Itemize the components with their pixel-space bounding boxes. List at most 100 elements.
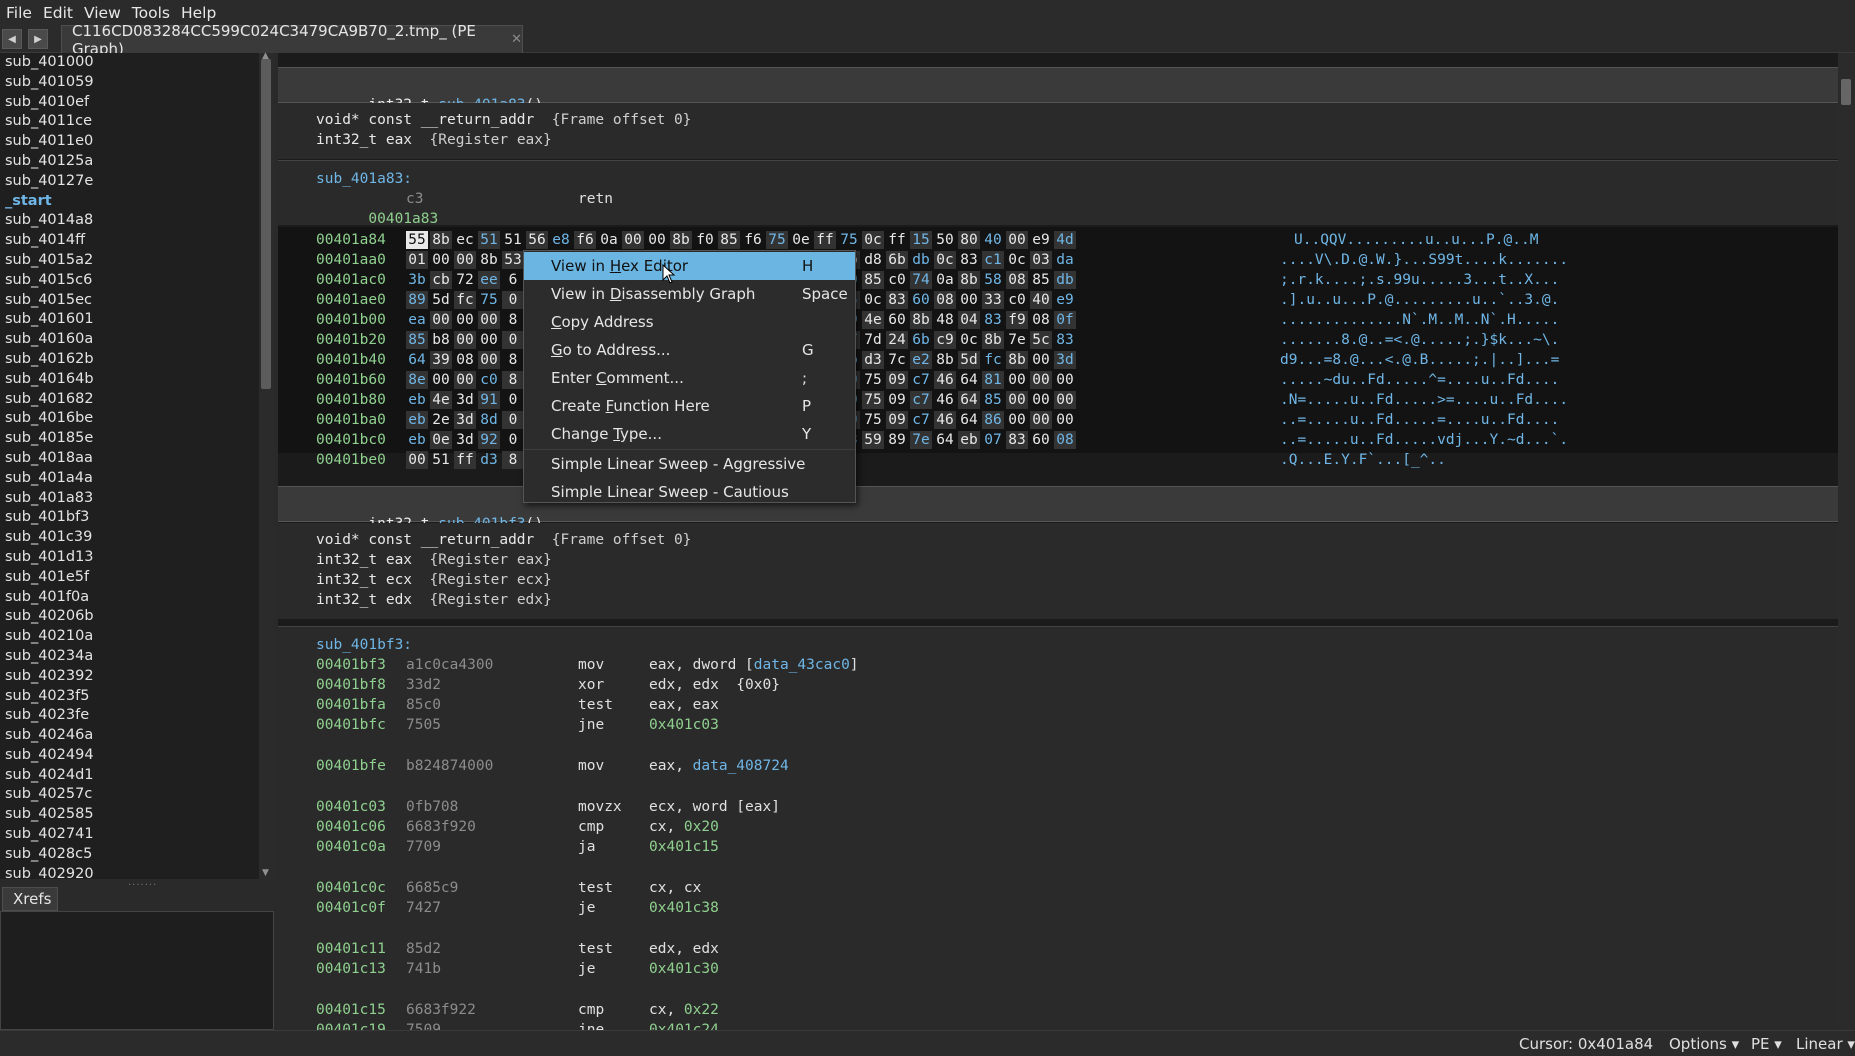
hex-byte[interactable]: 51 (430, 451, 452, 469)
hex-byte[interactable]: 4e (430, 391, 452, 409)
hex-byte[interactable]: 64 (958, 391, 980, 409)
hex-byte[interactable]: 6b (886, 251, 908, 269)
hex-byte[interactable]: 55 (406, 231, 428, 249)
function-list-item[interactable]: sub_4011e0 (0, 132, 258, 152)
hex-byte[interactable]: 00 (430, 311, 452, 329)
function-list-item[interactable]: sub_4028c5 (0, 845, 258, 865)
hex-byte[interactable]: 00 (430, 371, 452, 389)
hex-byte[interactable]: db (1054, 271, 1076, 289)
context-menu-item[interactable]: Create Function Here P (524, 392, 855, 420)
hex-byte[interactable]: 59 (862, 431, 884, 449)
function-list-item[interactable]: sub_401bf3 (0, 508, 258, 528)
hex-byte[interactable]: 08 (454, 351, 476, 369)
operand-number[interactable]: 0x401c30 (649, 961, 719, 977)
tab-xrefs[interactable]: Xrefs (2, 887, 58, 911)
hex-byte[interactable]: 00 (1030, 371, 1052, 389)
hex-byte[interactable]: 40 (982, 231, 1004, 249)
hex-byte[interactable]: 00 (958, 291, 980, 309)
hex-byte[interactable]: 75 (862, 391, 884, 409)
function-list-item[interactable]: sub_4016be (0, 409, 258, 429)
hex-byte[interactable]: 00 (1006, 231, 1028, 249)
function-list-item[interactable]: sub_4014a8 (0, 211, 258, 231)
hex-byte[interactable]: 09 (886, 391, 908, 409)
scrollbar-thumb[interactable] (1841, 79, 1851, 105)
hex-byte[interactable]: 8d (478, 411, 500, 429)
hex-byte[interactable]: 8b (934, 351, 956, 369)
hex-byte[interactable]: 8e (406, 371, 428, 389)
function-list-item[interactable]: sub_40164b (0, 370, 258, 390)
instr-address[interactable]: 00401c11 (316, 939, 386, 959)
hex-byte[interactable]: 64 (958, 411, 980, 429)
hex-byte[interactable]: 8b (478, 251, 500, 269)
hex-row[interactable]: 00401b608e0000c085e3d900000c07509c746648… (278, 370, 1838, 390)
hex-byte[interactable]: 7e (1006, 331, 1028, 349)
function-list-item[interactable]: sub_40210a (0, 627, 258, 647)
hex-byte[interactable]: 04 (958, 311, 980, 329)
view-type-dropdown[interactable]: PE ▾ (1751, 1035, 1782, 1053)
hex-byte[interactable]: 75 (838, 231, 860, 249)
scroll-down-icon[interactable]: ▼ (262, 868, 269, 878)
instr-address[interactable]: 00401bfc (316, 715, 386, 735)
hex-byte[interactable]: 09 (886, 411, 908, 429)
function-list-item[interactable]: sub_4015a2 (0, 251, 258, 271)
variable-row[interactable]: int32_t edx {Register edx} (316, 590, 552, 610)
hex-row[interactable]: 00401aa00100008b53533939740e8bd86bdb0c83… (278, 250, 1838, 270)
hex-byte[interactable]: 81 (982, 371, 1004, 389)
hex-byte[interactable]: 46 (934, 391, 956, 409)
hex-byte[interactable]: 53 (502, 251, 524, 269)
hex-byte[interactable]: 8 (502, 451, 524, 469)
hex-byte[interactable]: 00 (406, 451, 428, 469)
hex-byte[interactable]: c7 (910, 371, 932, 389)
hex-byte[interactable]: 00 (1006, 391, 1028, 409)
hex-byte[interactable]: 0a (934, 271, 956, 289)
hex-byte[interactable]: c1 (982, 251, 1004, 269)
menu-file[interactable]: File (0, 4, 37, 22)
hex-byte[interactable]: eb (406, 391, 428, 409)
hex-byte[interactable]: 4e (862, 311, 884, 329)
hex-byte[interactable]: 0 (502, 391, 524, 409)
hex-byte[interactable]: 72 (454, 271, 476, 289)
instr-address[interactable]: 00401c03 (316, 797, 386, 817)
hex-byte[interactable]: 0c (934, 251, 956, 269)
hex-byte[interactable]: 5c (1030, 331, 1052, 349)
hex-byte[interactable]: 74 (910, 271, 932, 289)
hex-byte[interactable]: 00 (1054, 391, 1076, 409)
hex-byte[interactable]: 40 (1030, 291, 1052, 309)
hex-row[interactable]: 00401b2085b8000008bd103f93bd77d246bc90c8… (278, 330, 1838, 350)
hex-byte[interactable]: 00 (1006, 371, 1028, 389)
hex-byte[interactable]: 00 (478, 311, 500, 329)
instr-address[interactable]: 00401bfe (316, 756, 386, 776)
hex-byte[interactable]: 3d (454, 391, 476, 409)
function-list-item[interactable]: sub_40185e (0, 429, 258, 449)
hex-byte[interactable]: 00 (646, 231, 668, 249)
hex-byte[interactable]: 8b (1006, 351, 1028, 369)
context-menu-item[interactable]: Copy Address (524, 308, 855, 336)
function-list-item[interactable]: sub_40162b (0, 350, 258, 370)
hex-byte[interactable]: 83 (886, 291, 908, 309)
hex-byte[interactable]: 75 (766, 231, 788, 249)
operand-symbol[interactable]: data_43cac0 (754, 657, 850, 673)
function-list-item[interactable]: sub_401a4a (0, 469, 258, 489)
instr-address[interactable]: 00401bf8 (316, 675, 386, 695)
hex-byte[interactable]: 75 (862, 411, 884, 429)
hex-byte[interactable]: 15 (910, 231, 932, 249)
hex-byte[interactable]: e8 (550, 231, 572, 249)
hex-byte[interactable]: 46 (934, 411, 956, 429)
hex-byte[interactable]: ff (886, 231, 908, 249)
hex-byte[interactable]: 64 (934, 431, 956, 449)
instr-address[interactable]: 00401c0f (316, 898, 386, 918)
context-menu-item[interactable]: Simple Linear Sweep - Aggressive (524, 450, 855, 478)
hex-byte[interactable]: 00 (1030, 351, 1052, 369)
instr-address[interactable]: 00401c19 (316, 1020, 386, 1030)
hex-byte[interactable]: 8 (502, 311, 524, 329)
function-list-item[interactable]: sub_40234a (0, 647, 258, 667)
hex-byte[interactable]: 00 (430, 251, 452, 269)
instr-address[interactable]: 00401c0a (316, 837, 386, 857)
hex-row[interactable]: 00401b00ea00000084df88b4d0c894e608b48048… (278, 310, 1838, 330)
hex-byte[interactable]: cb (430, 271, 452, 289)
function-list-item[interactable]: sub_40160a (0, 330, 258, 350)
function-list-item[interactable]: sub_401601 (0, 310, 258, 330)
hex-byte[interactable]: da (1054, 251, 1076, 269)
hex-byte[interactable]: 75 (478, 291, 500, 309)
hex-byte[interactable]: 8b (958, 271, 980, 289)
